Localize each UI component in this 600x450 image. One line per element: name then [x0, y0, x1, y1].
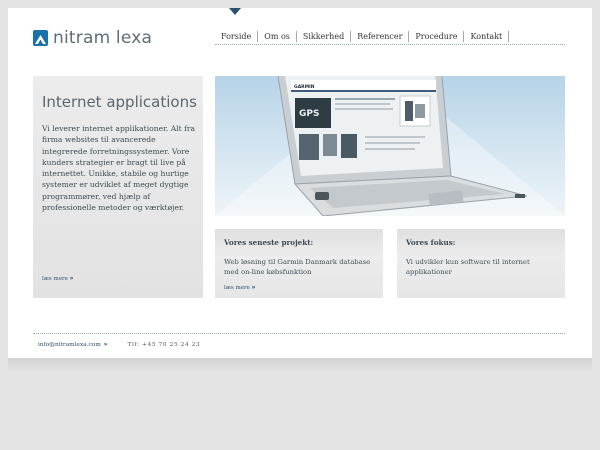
screen-badge-text: GPS	[299, 109, 319, 119]
intro-text: Vi leverer internet applikationer. Alt f…	[42, 124, 196, 213]
screen-brand-text: GARMIN	[294, 84, 315, 90]
read-more-arrow-icon: »	[69, 275, 74, 282]
email-arrow-icon: »	[103, 342, 108, 348]
hero-banner: GARMIN GPS	[215, 76, 565, 216]
nav-item-sikkerhed[interactable]: Sikkerhed	[297, 31, 352, 42]
nav-item-referencer[interactable]: Referencer	[351, 31, 410, 42]
nav-item-kontakt[interactable]: Kontakt	[464, 31, 510, 42]
main-nav: Forside Om os Sikkerhed Referencer Proce…	[215, 31, 510, 42]
intro-read-more-link[interactable]: læs mere »	[42, 275, 74, 282]
logo-text: nitram lexa	[53, 28, 153, 48]
nav-item-om-os[interactable]: Om os	[258, 31, 297, 42]
intro-title: Internet applications	[42, 93, 197, 111]
latest-project-card: Vores seneste projekt: Web løsning til G…	[215, 229, 383, 298]
focus-title: Vores fokus:	[406, 238, 456, 247]
page-container: nitram lexa Forside Om os Sikkerhed Refe…	[8, 8, 592, 358]
footer-email-link[interactable]: info@nitramlexa.com	[38, 342, 101, 348]
footer-phone: Tlf: +45 70 25 24 23	[127, 342, 201, 348]
read-more-arrow-icon: »	[251, 284, 256, 291]
logo-mark-icon	[33, 30, 48, 46]
latest-project-read-more-label: læs mere	[224, 285, 250, 291]
page-shadow	[8, 358, 592, 372]
focus-card: Vores fokus: Vi udvikler kun software ti…	[397, 229, 565, 298]
laptop-illustration: GARMIN GPS	[215, 76, 565, 216]
latest-project-read-more-link[interactable]: læs mere »	[224, 284, 256, 291]
footer-divider	[33, 333, 565, 334]
focus-text: Vi udvikler kun software til internet ap…	[406, 258, 530, 276]
footer: info@nitramlexa.com » Tlf: +45 70 25 24 …	[38, 342, 200, 348]
nav-divider	[215, 44, 565, 45]
intro-read-more-label: læs mere	[42, 276, 68, 282]
intro-panel: Internet applications Vi leverer interne…	[33, 76, 203, 298]
logo[interactable]: nitram lexa	[33, 28, 152, 48]
latest-project-text: Web løsning til Garmin Danmark database …	[224, 258, 371, 276]
latest-project-title: Vores seneste projekt:	[224, 238, 314, 247]
nav-item-procedure[interactable]: Procedure	[409, 31, 465, 42]
nav-active-marker	[229, 8, 241, 15]
nav-item-forside[interactable]: Forside	[215, 31, 259, 42]
